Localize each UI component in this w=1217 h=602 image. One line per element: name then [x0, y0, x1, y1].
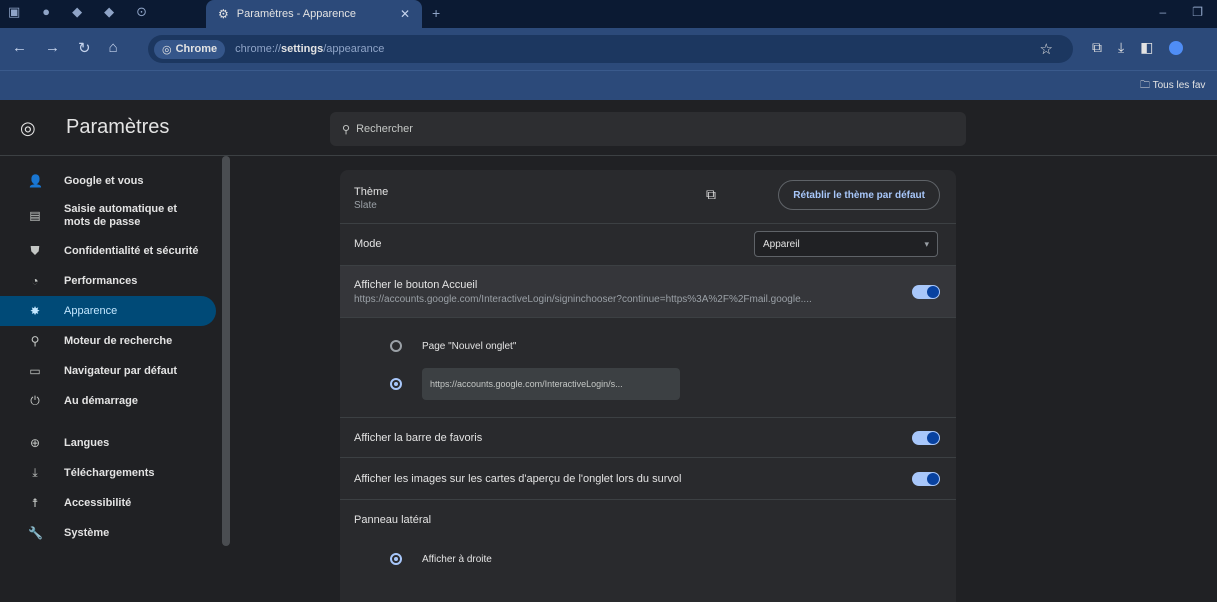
toolbar-actions: ⧉ ⤓ ◧: [1092, 39, 1184, 56]
sidebar-item-search-engine[interactable]: ⚲ Moteur de recherche: [0, 326, 230, 356]
home-button-label: Afficher le bouton Accueil: [354, 279, 478, 291]
globe-icon: ⊕: [29, 436, 41, 450]
sidebar-item-languages[interactable]: ⊕ Langues: [0, 428, 230, 458]
tab-title: Paramètres - Apparence: [236, 8, 356, 20]
home-button-toggle[interactable]: [912, 285, 940, 299]
side-panel-icon[interactable]: ◧: [1140, 39, 1153, 56]
settings-sidebar: 👤 Google et vous ▤ Saisie automatique et…: [0, 158, 230, 602]
chrome-chip-label: Chrome: [175, 43, 218, 55]
extensions-icon[interactable]: ⧉: [1092, 39, 1102, 56]
radio-show-right-label: Afficher à droite: [422, 554, 492, 565]
nav-buttons: ← → ↻ ⌂: [12, 39, 118, 57]
theme-row: Thème Slate ⧉ Rétablir le thème par défa…: [340, 170, 956, 224]
sidebar-item-default-browser[interactable]: ▭ Navigateur par défaut: [0, 356, 230, 386]
tab-search-icon[interactable]: ●: [42, 4, 50, 20]
side-panel-label: Panneau latéral: [354, 514, 432, 526]
download-icon: ⤓: [32, 465, 38, 480]
reset-theme-button[interactable]: Rétablir le thème par défaut: [778, 180, 940, 210]
search-placeholder: Rechercher: [356, 123, 413, 135]
tab-strip: ▣ ● ◆ ◆ ⊙ ⚙ Paramètres - Apparence ✕ + –…: [0, 0, 1217, 28]
window-controls: – ❐: [1160, 5, 1203, 19]
bookmarks-bar: 🗀 Tous les fav: [0, 70, 1217, 100]
new-tab-icon[interactable]: +: [432, 5, 440, 21]
tab-settings[interactable]: ⚙ Paramètres - Apparence ✕: [206, 0, 422, 28]
side-panel-row: Panneau latéral Afficher à droite: [340, 500, 956, 602]
chrome-chip[interactable]: ◎ Chrome: [154, 39, 226, 59]
all-bookmarks-folder[interactable]: 🗀 Tous les fav: [1140, 78, 1205, 95]
browser-toolbar: ← → ↻ ⌂ ◎ Chrome chrome://settings/appea…: [0, 28, 1217, 70]
chevron-down-icon: ▾: [924, 238, 929, 249]
pinned-tab-icon-2[interactable]: ◆: [104, 4, 114, 20]
chrome-logo-icon: ◎: [162, 43, 172, 56]
forward-icon[interactable]: →: [45, 39, 60, 57]
settings-header: ◎ Paramètres ⚲ Rechercher: [0, 100, 1217, 156]
radio-new-tab[interactable]: [390, 340, 402, 352]
appearance-card: Thème Slate ⧉ Rétablir le thème par défa…: [340, 170, 956, 602]
power-icon: ⏻: [30, 393, 40, 408]
custom-url-field[interactable]: https://accounts.google.com/InteractiveL…: [422, 368, 680, 400]
search-icon: ⚲: [342, 123, 351, 136]
github-icon[interactable]: ⊙: [136, 4, 147, 20]
sidebar-item-downloads[interactable]: ⤓ Téléchargements: [0, 458, 230, 488]
tab-hover-toggle[interactable]: [912, 472, 940, 486]
download-icon[interactable]: ⤓: [1118, 39, 1124, 56]
sidebar-item-google[interactable]: 👤 Google et vous: [0, 166, 230, 196]
bookmarks-bar-toggle[interactable]: [912, 431, 940, 445]
page-title: Paramètres: [66, 116, 170, 138]
home-icon[interactable]: ⌂: [109, 39, 118, 57]
sidebar-item-privacy[interactable]: ⛊ Confidentialité et sécurité: [0, 236, 230, 266]
maximize-icon[interactable]: ❐: [1192, 5, 1203, 19]
home-button-row[interactable]: Afficher le bouton Accueil https://accou…: [340, 266, 956, 318]
shield-icon: ⛊: [30, 243, 40, 258]
profile-avatar[interactable]: [1169, 40, 1184, 55]
radio-new-tab-label: Page "Nouvel onglet": [422, 341, 517, 352]
accessibility-icon: ☨: [31, 496, 39, 510]
minimize-icon[interactable]: –: [1160, 5, 1167, 19]
browser-icon: ▭: [29, 364, 41, 378]
speedometer-icon: ◔: [31, 274, 39, 288]
settings-search-input[interactable]: ⚲ Rechercher: [330, 112, 966, 146]
radio-custom-url[interactable]: [390, 378, 402, 390]
sidebar-item-system[interactable]: 🔧 Système: [0, 518, 230, 548]
address-bar[interactable]: ◎ Chrome chrome://settings/appearance ☆: [148, 35, 1073, 63]
settings-page: ◎ Paramètres ⚲ Rechercher 👤 Google et vo…: [0, 100, 1217, 602]
mode-select[interactable]: Appareil ▾: [754, 231, 938, 257]
reload-icon[interactable]: ↻: [78, 39, 91, 57]
bookmark-star-icon[interactable]: ☆: [1040, 40, 1053, 58]
back-icon[interactable]: ←: [12, 39, 27, 57]
tab-strip-icons: ▣ ● ◆ ◆ ⊙: [8, 4, 147, 20]
sidebar-item-appearance[interactable]: ✸ Apparence: [0, 296, 216, 326]
wrench-icon: 🔧: [28, 526, 43, 540]
menu-icon[interactable]: ▣: [8, 4, 20, 20]
settings-gear-icon: ⚙: [218, 7, 229, 21]
sidebar-item-autofill[interactable]: ▤ Saisie automatique et mots de passe: [0, 196, 230, 236]
home-button-url: https://accounts.google.com/InteractiveL…: [354, 294, 812, 305]
radio-show-right[interactable]: [390, 553, 402, 565]
sidebar-divider: [0, 416, 230, 428]
home-button-options: Page "Nouvel onglet" https://accounts.go…: [340, 318, 956, 418]
pinned-tab-icon[interactable]: ◆: [72, 4, 82, 20]
theme-label: Thème: [354, 186, 389, 198]
mode-row: Mode Appareil ▾: [340, 224, 956, 266]
chrome-logo-icon: ◎: [20, 118, 36, 138]
palette-icon: ✸: [29, 304, 41, 318]
tab-hover-label: Afficher les images sur les cartes d'ape…: [354, 473, 682, 485]
bookmarks-bar-row[interactable]: Afficher la barre de favoris: [340, 418, 956, 458]
bookmarks-bar-label: Afficher la barre de favoris: [354, 432, 483, 444]
sidebar-scrollbar[interactable]: [222, 156, 230, 546]
sidebar-item-performance[interactable]: ◔ Performances: [0, 266, 230, 296]
sidebar-item-accessibility[interactable]: ☨ Accessibilité: [0, 488, 230, 518]
theme-value: Slate: [354, 200, 377, 211]
search-icon: ⚲: [30, 334, 40, 348]
mode-label: Mode: [354, 238, 382, 250]
sidebar-item-startup[interactable]: ⏻ Au démarrage: [0, 386, 230, 416]
autofill-icon: ▤: [29, 208, 41, 223]
close-icon[interactable]: ✕: [400, 7, 410, 21]
person-icon: 👤: [28, 174, 43, 188]
open-external-icon[interactable]: ⧉: [706, 186, 716, 203]
url-text: chrome://settings/appearance: [235, 43, 385, 55]
tab-hover-row[interactable]: Afficher les images sur les cartes d'ape…: [340, 458, 956, 500]
